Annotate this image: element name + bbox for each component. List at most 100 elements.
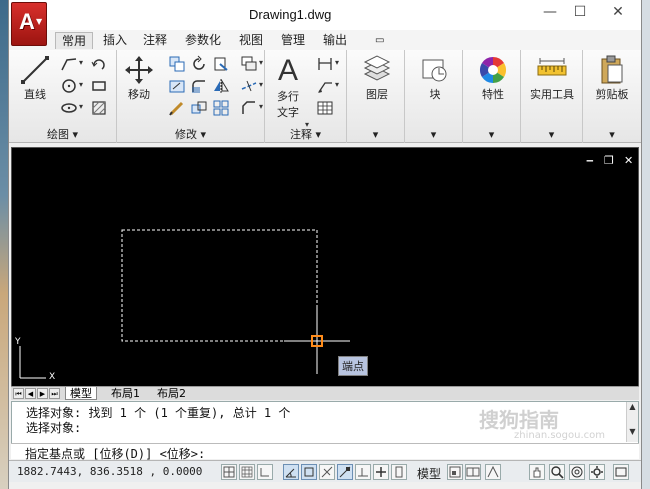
ortho-mode-button[interactable] <box>257 464 273 480</box>
rectangular-array-button[interactable] <box>211 98 229 116</box>
drawing-canvas[interactable]: ‒ ❐ ✕ Y X <box>11 147 639 387</box>
array-tool-button[interactable] <box>239 54 257 72</box>
ellipse-tool-button[interactable] <box>59 98 77 116</box>
tab-output[interactable]: 输出 <box>317 32 353 49</box>
polar-tracking-button[interactable] <box>283 464 299 480</box>
stretch-tool-button[interactable] <box>167 76 185 94</box>
ucs-y-label: Y <box>15 337 21 347</box>
ducs-button[interactable] <box>355 464 371 480</box>
snap-mode-button[interactable] <box>221 464 237 480</box>
annotation-scale-button[interactable] <box>485 464 501 480</box>
stretch-icon <box>169 80 185 93</box>
title-bar: Drawing1.dwg — ☐ ✕ <box>9 0 641 30</box>
annotation-panel-label[interactable]: 注释 ▾ <box>265 128 346 142</box>
block-panel: 块 ▾ <box>405 50 463 143</box>
layers-panel-expand[interactable]: ▾ <box>347 128 404 142</box>
quick-view-layouts-button[interactable] <box>447 464 463 480</box>
tab-home[interactable]: 常用 <box>55 32 94 49</box>
trim-tool-button[interactable] <box>211 54 229 72</box>
lineweight-button[interactable] <box>391 464 407 480</box>
measure-icon <box>537 58 567 76</box>
draw-panel-label[interactable]: 绘图 ▾ <box>9 128 116 142</box>
scroll-up-icon[interactable]: ▲ <box>627 402 638 411</box>
line-tool-button[interactable]: 直线 <box>15 54 55 102</box>
leader-tool-button[interactable] <box>315 76 333 94</box>
chamfer-tool-button[interactable] <box>239 98 257 116</box>
polyline-tool-button[interactable] <box>59 54 77 72</box>
tab-layout1[interactable]: 布局1 <box>107 387 144 400</box>
block-icon <box>422 59 447 82</box>
pan-button[interactable] <box>529 464 545 480</box>
break-tool-button[interactable] <box>239 76 257 94</box>
scale-tool-button[interactable] <box>189 98 207 116</box>
move-tool-button[interactable]: 移动 <box>121 54 157 102</box>
close-button[interactable]: ✕ <box>607 4 629 24</box>
circle-dropdown-icon[interactable]: ▾ <box>79 80 83 89</box>
properties-panel-expand[interactable]: ▾ <box>463 128 520 142</box>
utilities-panel-expand[interactable]: ▾ <box>521 128 582 142</box>
maximize-button[interactable]: ☐ <box>569 4 591 24</box>
window-title: Drawing1.dwg <box>249 7 332 22</box>
properties-button[interactable]: 特性 <box>473 54 513 102</box>
steering-wheel-button[interactable] <box>569 464 585 480</box>
fillet-tool-button[interactable] <box>189 76 207 94</box>
ellipse-dropdown-icon[interactable]: ▾ <box>79 102 83 111</box>
rectangle-tool-button[interactable] <box>89 76 107 94</box>
next-layout-button[interactable]: ▶ <box>37 388 48 399</box>
table-tool-button[interactable] <box>315 98 333 116</box>
object-tracking-button[interactable] <box>337 464 353 480</box>
utilities-button[interactable]: 实用工具 <box>525 54 579 102</box>
linear-dimension-button[interactable] <box>315 54 333 72</box>
minimize-button[interactable]: — <box>539 4 561 24</box>
object-snap-button[interactable] <box>301 464 317 480</box>
undo-arc-button[interactable] <box>89 54 107 72</box>
first-layout-button[interactable]: ⏮ <box>13 388 24 399</box>
break-dropdown-icon[interactable]: ▾ <box>259 80 263 89</box>
grid-display-button[interactable] <box>239 464 255 480</box>
zoom-button[interactable] <box>549 464 565 480</box>
grid-icon <box>241 466 253 478</box>
block-button[interactable]: 块 <box>415 54 455 102</box>
ucs-icon <box>19 346 46 379</box>
3d-osnap-button[interactable] <box>319 464 335 480</box>
model-space-button[interactable]: 模型 <box>417 465 441 482</box>
clean-screen-button[interactable] <box>613 464 629 480</box>
chamfer-dropdown-icon[interactable]: ▾ <box>259 102 263 111</box>
clipboard-button[interactable]: 剪贴板 <box>589 54 635 102</box>
workspace-switch-button[interactable] <box>589 464 605 480</box>
dynamic-input-button[interactable] <box>373 464 389 480</box>
application-menu-button[interactable]: A ▼ <box>11 2 47 46</box>
quick-view-drawings-button[interactable] <box>465 464 481 480</box>
array-dropdown-icon[interactable]: ▾ <box>259 58 263 67</box>
move-tool-label: 移动 <box>128 88 150 101</box>
copy-tool-button[interactable] <box>167 54 185 72</box>
last-layout-button[interactable]: ⏭ <box>49 388 60 399</box>
prev-layout-button[interactable]: ◀ <box>25 388 36 399</box>
utilities-label: 实用工具 <box>530 88 574 101</box>
mtext-tool-button[interactable]: A 多行 文字 <box>271 54 305 120</box>
layers-button[interactable]: 图层 <box>357 54 397 102</box>
command-line[interactable]: 指定基点或 [位移(D)] <位移>: <box>11 443 639 461</box>
scroll-down-icon[interactable]: ▼ <box>627 427 638 436</box>
clipboard-panel-expand[interactable]: ▾ <box>583 128 641 142</box>
erase-tool-button[interactable] <box>167 98 185 116</box>
rotate-tool-button[interactable] <box>189 54 207 72</box>
tab-annotate[interactable]: 注释 <box>137 32 173 49</box>
block-panel-expand[interactable]: ▾ <box>405 128 462 142</box>
dimension-dropdown-icon[interactable]: ▾ <box>335 58 339 67</box>
tab-insert[interactable]: 插入 <box>97 32 133 49</box>
polyline-dropdown-icon[interactable]: ▾ <box>79 58 83 67</box>
tab-manage[interactable]: 管理 <box>275 32 311 49</box>
tab-layout2[interactable]: 布局2 <box>153 387 190 400</box>
leader-dropdown-icon[interactable]: ▾ <box>335 80 339 89</box>
tab-parametric[interactable]: 参数化 <box>179 32 227 49</box>
hatch-tool-button[interactable] <box>89 98 107 116</box>
command-scrollbar[interactable]: ▲ ▼ <box>626 402 638 442</box>
tab-model[interactable]: 模型 <box>65 387 97 400</box>
modify-panel-label[interactable]: 修改 ▾ <box>117 128 264 142</box>
circle-icon <box>62 79 76 93</box>
tab-overflow-button[interactable]: ▭ <box>369 32 390 49</box>
circle-tool-button[interactable] <box>59 76 77 94</box>
tab-view[interactable]: 视图 <box>233 32 269 49</box>
mirror-tool-button[interactable] <box>211 76 229 94</box>
